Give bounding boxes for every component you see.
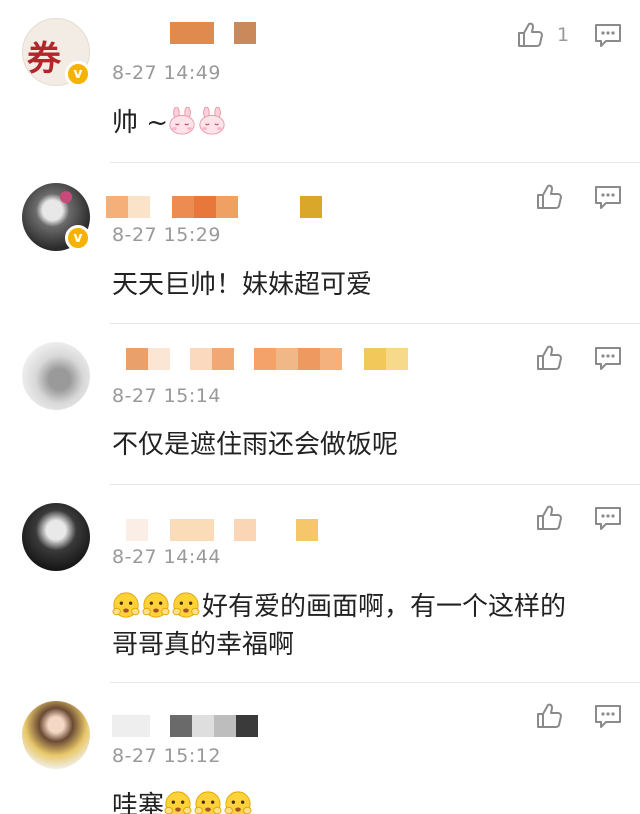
shy-face-emoji [194, 790, 222, 814]
comment-text: 帅 ~ [112, 108, 169, 138]
comment-icon[interactable] [594, 703, 622, 729]
shy-face-emoji [172, 591, 200, 619]
comment-time: 8-27 14:44 [112, 546, 221, 568]
thumbs-up-icon[interactable] [534, 701, 564, 731]
comment-line: 哥哥真的幸福啊 [112, 630, 295, 660]
shy-face-emoji [164, 790, 192, 814]
comment-icon[interactable] [594, 22, 622, 48]
comment-time: 8-27 14:49 [112, 62, 221, 84]
avatar[interactable] [22, 701, 90, 769]
comment-time: 8-27 15:14 [112, 385, 221, 407]
comment-content: 天天巨帅！妹妹超可爱 [112, 270, 373, 300]
avatar[interactable] [22, 503, 90, 571]
comment-icon[interactable] [594, 505, 622, 531]
rabbit-emoji [168, 107, 196, 135]
comment-icon[interactable] [594, 345, 622, 371]
comment-item: v 8-27 15:29 天天巨帅！妹妹超可爱 [0, 163, 640, 323]
shy-face-emoji [142, 591, 170, 619]
thumbs-up-icon[interactable] [515, 20, 545, 50]
comment-content: 不仅是遮住雨还会做饭呢 [112, 430, 399, 460]
shy-face-emoji [112, 591, 140, 619]
comment-item: 券 v 8-27 14:49 帅 ~ 1 [0, 0, 640, 162]
comment-item: 8-27 15:14 不仅是遮住雨还会做饭呢 [0, 324, 640, 484]
username-redacted[interactable] [170, 22, 256, 44]
comment-content: 哇塞 [112, 787, 612, 814]
comment-time: 8-27 15:29 [112, 224, 221, 246]
comment-line: 好有爱的画面啊，有一个这样的 [112, 588, 622, 626]
like-count: 1 [557, 24, 570, 46]
avatar-logo-text: 券 [27, 39, 61, 79]
rabbit-emoji [198, 107, 226, 135]
username-redacted[interactable] [126, 519, 318, 541]
thumbs-up-icon[interactable] [534, 503, 564, 533]
thumbs-up-icon[interactable] [534, 343, 564, 373]
username-redacted[interactable] [112, 715, 258, 737]
thumbs-up-icon[interactable] [534, 182, 564, 212]
comment-time: 8-27 15:12 [112, 745, 221, 767]
comment-content: 好有爱的画面啊，有一个这样的 哥哥真的幸福啊 [112, 588, 622, 664]
comment-icon[interactable] [594, 184, 622, 210]
verified-badge: v [65, 225, 91, 251]
shy-face-emoji [224, 790, 252, 814]
comment-text: 哇塞 [112, 791, 165, 814]
comment-content: 帅 ~ [112, 104, 612, 142]
username-redacted[interactable] [106, 196, 322, 218]
avatar[interactable] [22, 342, 90, 410]
comment-item: 8-27 14:44 好有爱的画面啊，有一个这样的 哥哥真的幸福啊 [0, 485, 640, 682]
comment-item: 8-27 15:12 哇塞 [0, 683, 640, 814]
verified-badge: v [65, 61, 91, 87]
comment-text: 好有爱的画面啊，有一个这样的 [202, 592, 567, 622]
username-redacted[interactable] [126, 348, 408, 370]
